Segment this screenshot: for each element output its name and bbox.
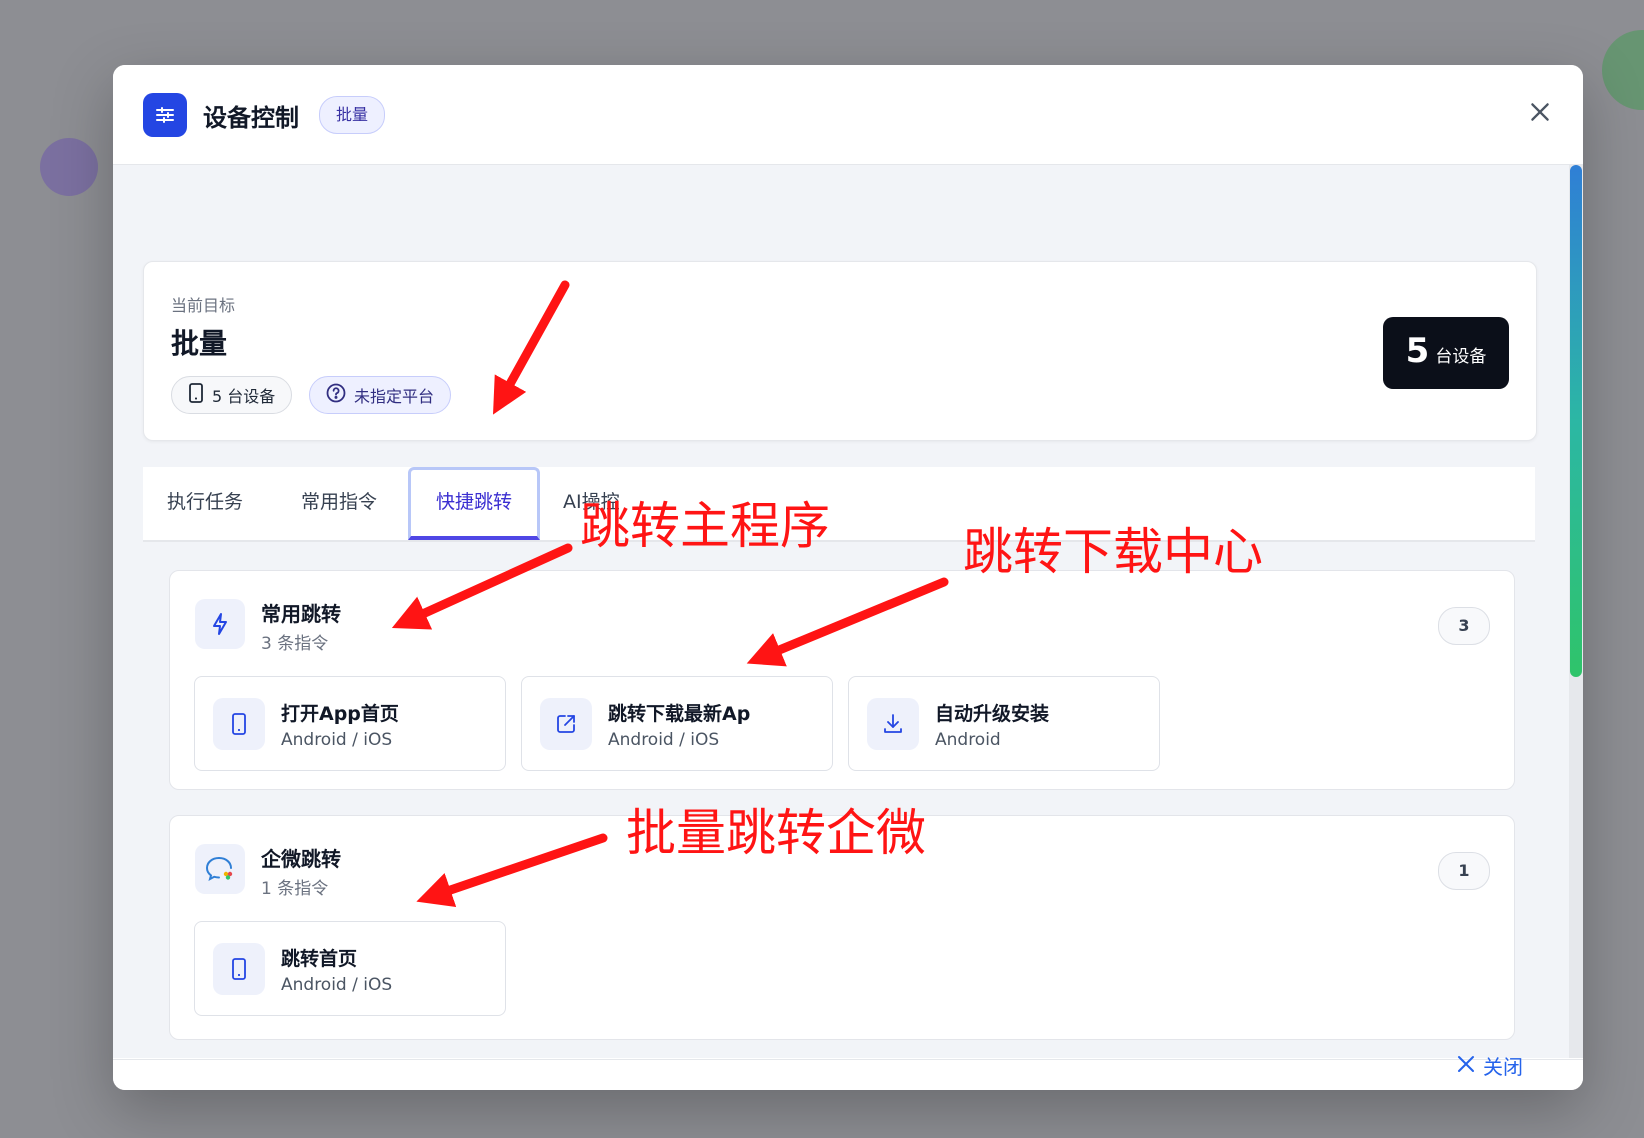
platform-chip: 未指定平台 xyxy=(309,376,452,414)
close-button[interactable]: 关闭 xyxy=(1457,1051,1523,1080)
download-icon xyxy=(867,698,919,750)
group-title: 企微跳转 xyxy=(261,847,341,871)
command-name: 跳转首页 xyxy=(281,948,358,970)
device-total-box: 5 台设备 xyxy=(1383,317,1509,389)
group-wecom-jump: 企微跳转 1 条指令 1 跳转首页 Android / iOS xyxy=(169,815,1515,1040)
command-platforms: Android / iOS xyxy=(608,730,720,750)
scrollbar-thumb[interactable] xyxy=(1570,165,1582,677)
group-count-badge: 1 xyxy=(1438,852,1490,890)
tab-execute-task[interactable]: 执行任务 xyxy=(143,467,267,540)
target-name: 批量 xyxy=(171,327,228,360)
close-button-label: 关闭 xyxy=(1483,1055,1523,1079)
command-open-app-home[interactable]: 打开App首页 Android / iOS xyxy=(194,676,506,771)
command-name: 自动升级安装 xyxy=(935,703,1050,725)
question-circle-icon xyxy=(326,383,346,407)
device-count-chip: 5 台设备 xyxy=(171,376,293,414)
dialog-header: 设备控制 批量 xyxy=(113,65,1583,165)
dialog-title: 设备控制 xyxy=(203,104,299,132)
current-target-card: 当前目标 批量 5 台设备 未指定平台 5 台设备 xyxy=(143,261,1537,441)
sliders-icon xyxy=(143,93,187,137)
phone-icon xyxy=(213,698,265,750)
external-link-icon xyxy=(540,698,592,750)
group-count-badge: 3 xyxy=(1438,607,1490,645)
group-title: 常用跳转 xyxy=(261,602,341,626)
command-jump-download-latest[interactable]: 跳转下载最新Ap Android / iOS xyxy=(521,676,833,771)
backdrop-avatar xyxy=(40,138,98,196)
close-icon[interactable] xyxy=(1527,99,1553,125)
platform-label: 未指定平台 xyxy=(354,387,435,406)
tab-quick-jump[interactable]: 快捷跳转 xyxy=(408,467,540,540)
tab-common-commands[interactable]: 常用指令 xyxy=(277,467,401,540)
device-total-unit: 台设备 xyxy=(1435,347,1487,367)
command-platforms: Android xyxy=(935,730,1001,750)
dialog-footer-actions: 关闭 xyxy=(113,1055,1583,1090)
lightning-icon xyxy=(195,599,245,649)
phone-icon xyxy=(213,943,265,995)
command-platforms: Android / iOS xyxy=(281,975,393,995)
phone-icon xyxy=(188,383,204,407)
command-jump-home[interactable]: 跳转首页 Android / iOS xyxy=(194,921,506,1016)
tab-ai-control[interactable]: AI操控 xyxy=(539,467,644,540)
device-total-number: 5 xyxy=(1405,331,1430,371)
command-platforms: Android / iOS xyxy=(281,730,393,750)
device-control-dialog: 设备控制 批量 当前目标 批量 5 台设备 未指定平台 5 台设备 执行任务 常… xyxy=(113,65,1583,1090)
scrollbar[interactable] xyxy=(1569,165,1583,1058)
wecom-icon xyxy=(195,844,245,894)
target-caption: 当前目标 xyxy=(171,296,236,315)
command-name: 跳转下载最新Ap xyxy=(608,703,751,725)
group-subtitle: 3 条指令 xyxy=(261,634,329,654)
group-common-jump: 常用跳转 3 条指令 3 打开App首页 Android / iOS 跳转下载最… xyxy=(169,570,1515,790)
group-subtitle: 1 条指令 xyxy=(261,879,329,899)
command-name: 打开App首页 xyxy=(281,703,399,725)
tab-bar: 执行任务 常用指令 快捷跳转 AI操控 xyxy=(143,467,1535,542)
close-icon xyxy=(1457,1054,1475,1078)
backdrop-indicator xyxy=(1602,30,1644,110)
device-count-label: 5 台设备 xyxy=(212,387,276,406)
dialog-body[interactable]: 当前目标 批量 5 台设备 未指定平台 5 台设备 执行任务 常用指令 快捷跳转… xyxy=(113,165,1583,1058)
command-auto-upgrade-install[interactable]: 自动升级安装 Android xyxy=(848,676,1160,771)
dialog-mode-badge: 批量 xyxy=(319,96,386,134)
